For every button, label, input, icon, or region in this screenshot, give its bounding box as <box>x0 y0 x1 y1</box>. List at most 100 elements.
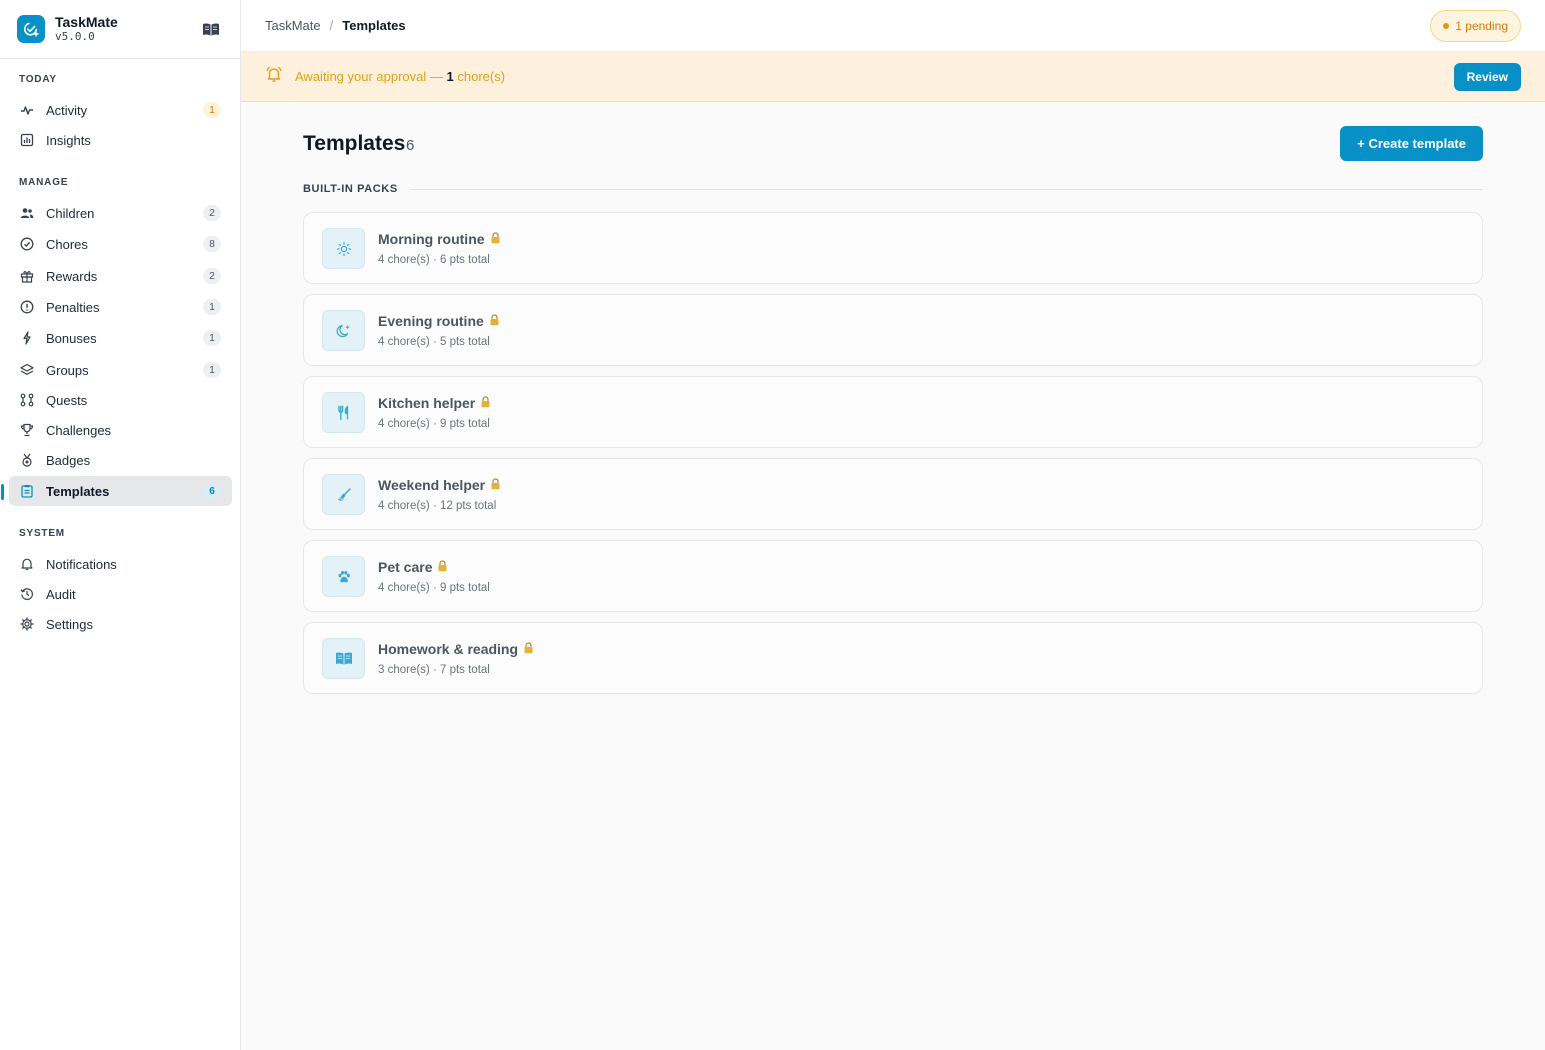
template-card[interactable]: Evening routine 4 chore(s) · 5 pts total <box>303 294 1483 366</box>
lock-icon <box>480 395 491 411</box>
sidebar-item-label: Chores <box>46 236 88 252</box>
sidebar-item-groups[interactable]: Groups 1 <box>9 355 232 385</box>
page-title: Templates <box>303 132 406 155</box>
template-meta: 4 chore(s) · 5 pts total <box>378 336 490 348</box>
sidebar-item-label: Children <box>46 205 95 221</box>
active-indicator <box>1 484 4 500</box>
bell-icon <box>20 557 34 571</box>
count-badge: 2 <box>203 268 221 284</box>
sidebar-item-audit[interactable]: Audit <box>9 579 232 609</box>
layers-icon <box>20 363 34 377</box>
sidebar-item-badges[interactable]: Badges <box>9 445 232 475</box>
sidebar-item-children[interactable]: Children 2 <box>9 198 232 228</box>
app-name: TaskMate <box>55 14 118 30</box>
sun-icon <box>322 228 365 269</box>
trophy-icon <box>20 423 34 437</box>
sidebar-item-label: Audit <box>46 586 76 602</box>
sidebar-item-challenges[interactable]: Challenges <box>9 415 232 445</box>
history-icon <box>20 587 34 601</box>
template-card[interactable]: Morning routine 4 chore(s) · 6 pts total <box>303 212 1483 284</box>
template-meta: 4 chore(s) · 9 pts total <box>378 582 490 594</box>
users-icon <box>20 206 34 220</box>
lock-icon <box>523 641 534 657</box>
section-label-system: SYSTEM <box>19 528 65 539</box>
pending-badge[interactable]: 1 pending <box>1430 10 1521 42</box>
sidebar-item-activity[interactable]: Activity 1 <box>9 95 232 125</box>
template-card[interactable]: Weekend helper 4 chore(s) · 12 pts total <box>303 458 1483 530</box>
banner-text: Awaiting your approval — 1 chore(s) <box>295 69 506 84</box>
template-name: Pet care <box>378 559 433 575</box>
paw-icon <box>322 556 365 597</box>
sidebar-item-settings[interactable]: Settings <box>9 609 232 639</box>
count-badge: 1 <box>203 102 221 118</box>
sidebar-item-label: Penalties <box>46 299 100 315</box>
page-header: Templates 6 + Create template <box>303 102 1483 182</box>
sidebar-item-bonuses[interactable]: Bonuses 1 <box>9 323 232 353</box>
app-version: v5.0.0 <box>55 30 95 43</box>
template-meta: 3 chore(s) · 7 pts total <box>378 664 490 676</box>
sidebar-item-label: Bonuses <box>46 330 97 346</box>
count-badge: 1 <box>203 299 221 315</box>
sidebar-item-label: Quests <box>46 392 88 408</box>
sidebar-item-insights[interactable]: Insights <box>9 125 232 155</box>
count-badge: 8 <box>203 236 221 252</box>
lock-icon <box>490 477 501 493</box>
sidebar-item-label: Settings <box>46 616 93 632</box>
moon-icon <box>322 310 365 351</box>
count-badge: 1 <box>203 362 221 378</box>
activity-icon <box>20 103 34 117</box>
section-label-manage: MANAGE <box>19 177 69 188</box>
template-name: Kitchen helper <box>378 395 476 411</box>
breadcrumb-root-link[interactable]: TaskMate <box>265 18 321 33</box>
template-card[interactable]: Kitchen helper 4 chore(s) · 9 pts total <box>303 376 1483 448</box>
template-meta: 4 chore(s) · 12 pts total <box>378 500 497 512</box>
count-badge: 2 <box>203 205 221 221</box>
banner-count: 1 <box>446 69 454 84</box>
clipboard-icon <box>20 484 34 498</box>
sidebar-item-templates[interactable]: Templates 6 <box>9 476 232 506</box>
sidebar-item-label: Insights <box>46 132 91 148</box>
template-name: Morning routine <box>378 231 485 247</box>
gift-icon <box>20 269 34 283</box>
main-content: Templates 6 + Create template BUILT-IN P… <box>303 102 1483 694</box>
sidebar-item-chores[interactable]: Chores 8 <box>9 229 232 259</box>
sidebar-item-label: Templates <box>46 483 110 499</box>
bell-ring-icon <box>265 65 283 88</box>
create-template-button[interactable]: + Create template <box>1340 126 1483 161</box>
medal-icon <box>20 453 34 467</box>
taskmate-logo-icon[interactable] <box>17 15 45 43</box>
count-badge: 6 <box>203 483 221 499</box>
lock-icon <box>437 559 448 575</box>
check-circle-icon <box>20 237 34 251</box>
group-divider <box>410 188 1483 190</box>
topbar: TaskMate / Templates 1 pending <box>241 0 1545 52</box>
group-header: BUILT-IN PACKS <box>303 182 1483 196</box>
template-name: Homework & reading <box>378 641 519 657</box>
lock-icon <box>490 231 501 247</box>
breadcrumb-separator: / <box>329 18 334 33</box>
chart-icon <box>20 133 34 147</box>
book-icon <box>322 638 365 679</box>
lock-icon <box>489 313 500 329</box>
template-name: Evening routine <box>378 313 484 329</box>
template-meta: 4 chore(s) · 9 pts total <box>378 418 490 430</box>
template-card[interactable]: Homework & reading 3 chore(s) · 7 pts to… <box>303 622 1483 694</box>
breadcrumb: TaskMate / Templates <box>265 18 406 33</box>
section-label-today: TODAY <box>19 74 57 85</box>
sidebar-item-rewards[interactable]: Rewards 2 <box>9 261 232 291</box>
bolt-icon <box>20 331 34 345</box>
gear-icon <box>20 617 34 631</box>
sidebar: TaskMate v5.0.0 TODAY Activity 1 Insight… <box>0 0 241 1050</box>
sidebar-item-label: Notifications <box>46 556 117 572</box>
sidebar-item-label: Groups <box>46 362 89 378</box>
sidebar-item-quests[interactable]: Quests <box>9 385 232 415</box>
docs-book-icon[interactable] <box>202 22 220 42</box>
sidebar-item-penalties[interactable]: Penalties 1 <box>9 292 232 322</box>
template-card[interactable]: Pet care 4 chore(s) · 9 pts total <box>303 540 1483 612</box>
review-button[interactable]: Review <box>1453 63 1521 91</box>
sidebar-item-label: Activity <box>46 102 88 118</box>
route-icon <box>20 393 34 407</box>
sidebar-item-notifications[interactable]: Notifications <box>9 549 232 579</box>
utensils-icon <box>322 392 365 433</box>
count-badge: 1 <box>203 330 221 346</box>
